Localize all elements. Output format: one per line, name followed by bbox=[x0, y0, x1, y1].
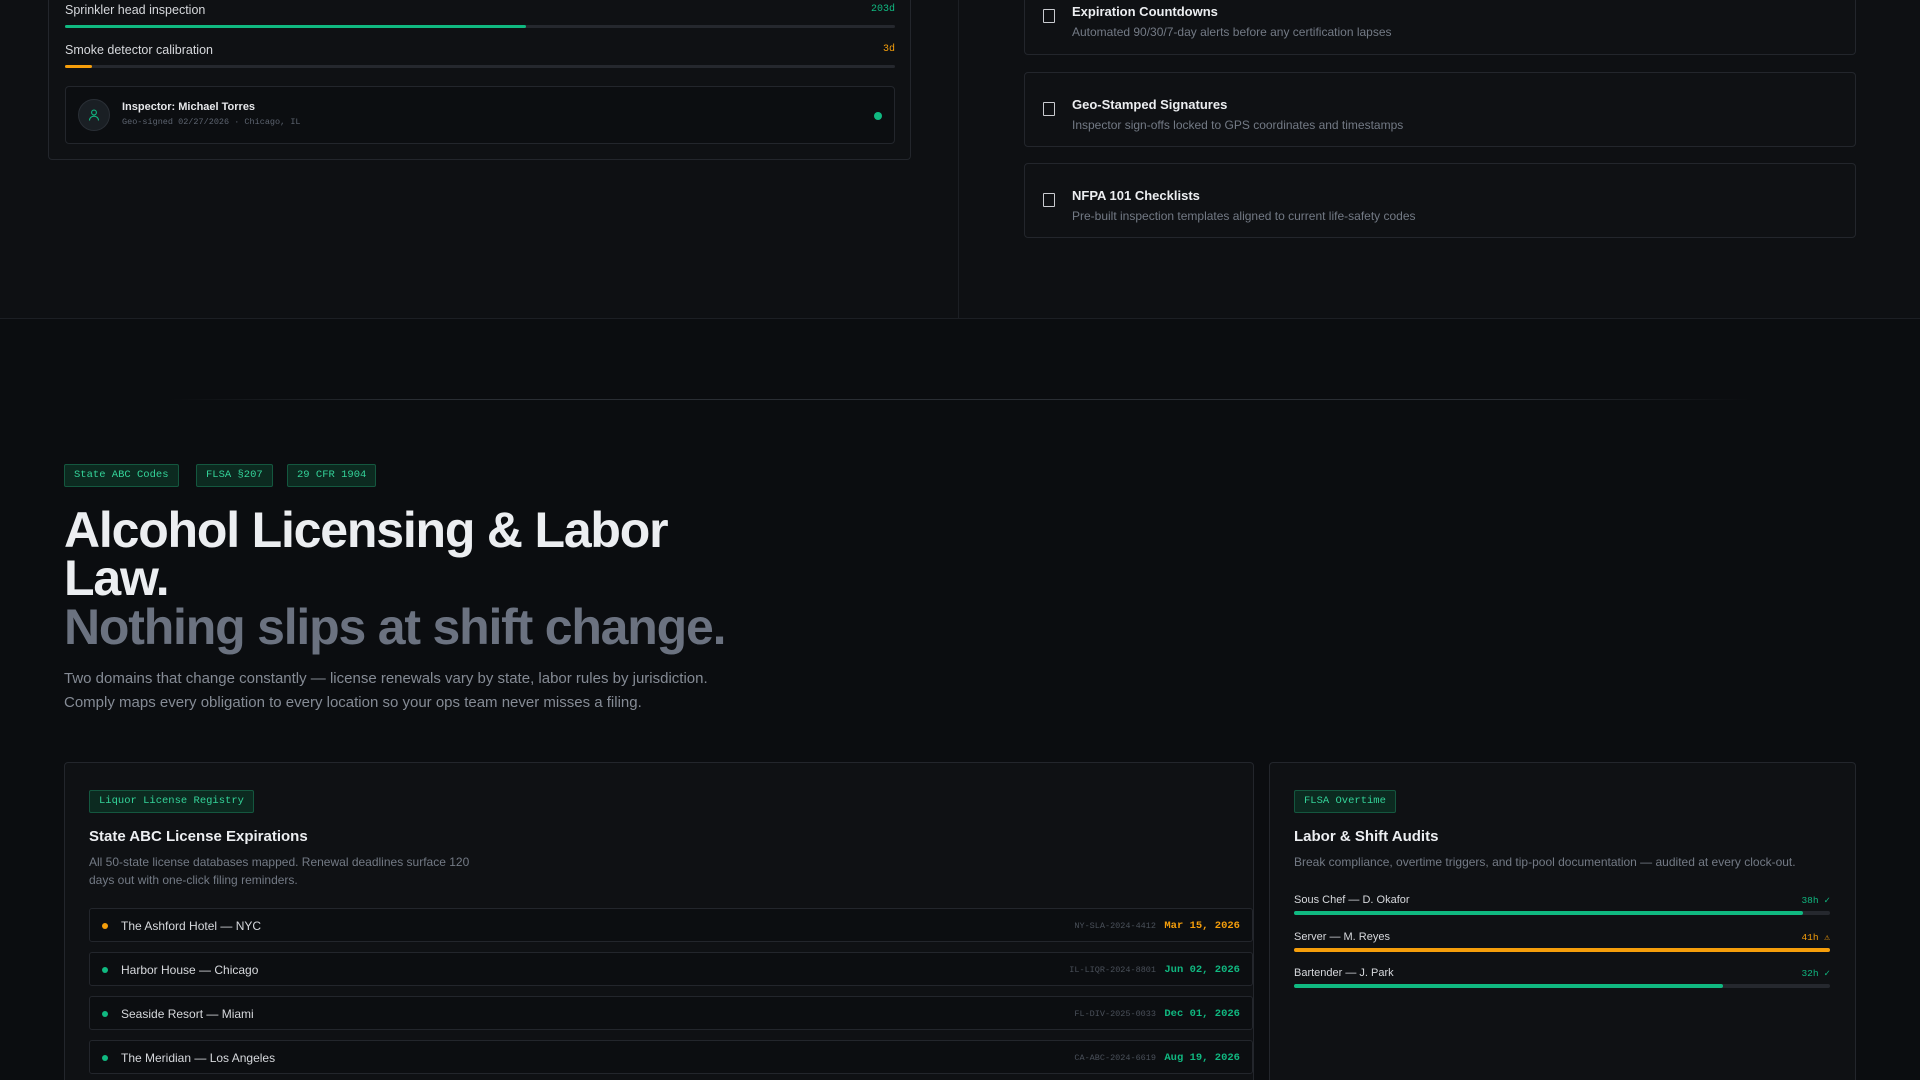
license-code: FL-DIV-2025-0033 bbox=[1074, 1009, 1156, 1019]
feature-title: NFPA 101 Checklists bbox=[1072, 188, 1200, 203]
feature-desc: Pre-built inspection templates aligned t… bbox=[1072, 209, 1416, 223]
feature-desc: Automated 90/30/7-day alerts before any … bbox=[1072, 25, 1392, 39]
shift-item: Bartender — J. Park 32h ✓ bbox=[1294, 967, 1830, 988]
section-divider bbox=[958, 0, 959, 319]
shift-track bbox=[1294, 911, 1830, 915]
user-icon bbox=[88, 109, 100, 121]
progress-fill bbox=[65, 65, 93, 68]
progress-item-smoke-detector: Smoke detector calibration 3d bbox=[65, 43, 895, 68]
shift-track bbox=[1294, 948, 1830, 952]
shift-item: Server — M. Reyes 41h ⚠ bbox=[1294, 931, 1830, 952]
license-expiration-date: Mar 15, 2026 bbox=[1164, 920, 1240, 932]
status-dot bbox=[102, 1055, 108, 1061]
license-code: IL-LIQR-2024-8801 bbox=[1069, 965, 1156, 975]
inspection-card: Sprinkler head inspection 203d Smoke det… bbox=[48, 0, 911, 160]
feature-title: Expiration Countdowns bbox=[1072, 4, 1218, 19]
feature-card-expiration-countdowns: Expiration Countdowns Automated 90/30/7-… bbox=[1024, 0, 1856, 55]
shift-fill bbox=[1294, 984, 1723, 988]
license-code: NY-SLA-2024-4412 bbox=[1074, 921, 1156, 931]
tag-29-cfr-1904: 29 CFR 1904 bbox=[287, 464, 377, 487]
shift-track bbox=[1294, 984, 1830, 988]
top-section: Sprinkler head inspection 203d Smoke det… bbox=[0, 0, 1920, 319]
page-title: Alcohol Licensing & Labor Law. bbox=[64, 502, 669, 606]
page-subtitle: Nothing slips at shift change. bbox=[64, 599, 726, 655]
status-dot bbox=[102, 923, 108, 929]
tag-state-abc-codes: State ABC Codes bbox=[64, 464, 179, 487]
license-expiration-date: Jun 02, 2026 bbox=[1164, 964, 1240, 976]
progress-item-sprinkler: Sprinkler head inspection 203d bbox=[65, 3, 895, 28]
checkbox-icon bbox=[1043, 102, 1055, 116]
shift-fill bbox=[1294, 948, 1830, 952]
license-location: Harbor House — Chicago bbox=[121, 963, 259, 977]
progress-track bbox=[65, 25, 895, 28]
labor-audit-panel: FLSA Overtime Labor & Shift Audits Break… bbox=[1269, 762, 1856, 1080]
section-hairline bbox=[170, 399, 1750, 400]
status-dot bbox=[102, 967, 108, 973]
feature-card-geo-stamped-signatures: Geo-Stamped Signatures Inspector sign-of… bbox=[1024, 72, 1856, 147]
progress-fill bbox=[65, 25, 526, 28]
shift-label: Server — M. Reyes bbox=[1294, 931, 1390, 943]
feature-desc: Inspector sign-offs locked to GPS coordi… bbox=[1072, 118, 1404, 132]
tag-flsa-207: FLSA §207 bbox=[196, 464, 273, 487]
shift-hours: 41h ⚠ bbox=[1801, 932, 1830, 943]
license-row[interactable]: The Ashford Hotel — NYC NY-SLA-2024-4412… bbox=[89, 908, 1253, 942]
license-expiration-date: Aug 19, 2026 bbox=[1164, 1052, 1240, 1064]
shift-item: Sous Chef — D. Okafor 38h ✓ bbox=[1294, 894, 1830, 915]
section-description: Two domains that change constantly — lic… bbox=[64, 670, 708, 711]
panel-description: All 50-state license databases mapped. R… bbox=[89, 855, 470, 887]
license-row[interactable]: The Meridian — Los Angeles CA-ABC-2024-6… bbox=[89, 1040, 1253, 1074]
inspector-meta: Geo-signed 02/27/2026 · Chicago, IL bbox=[122, 117, 301, 127]
liquor-license-panel: Liquor License Registry State ABC Licens… bbox=[64, 762, 1254, 1080]
status-dot bbox=[102, 1011, 108, 1017]
license-location: The Ashford Hotel — NYC bbox=[121, 919, 262, 933]
panel-tag: FLSA Overtime bbox=[1294, 790, 1396, 813]
license-code: CA-ABC-2024-6619 bbox=[1074, 1053, 1156, 1063]
panel-description: Break compliance, overtime triggers, and… bbox=[1294, 855, 1796, 869]
shift-hours: 38h ✓ bbox=[1801, 895, 1830, 906]
progress-count: 203d bbox=[870, 4, 895, 15]
checkbox-icon bbox=[1043, 193, 1055, 207]
progress-track bbox=[65, 65, 895, 68]
shift-fill bbox=[1294, 911, 1804, 915]
license-row[interactable]: Seaside Resort — Miami FL-DIV-2025-0033 … bbox=[89, 996, 1253, 1030]
panel-title: State ABC License Expirations bbox=[89, 828, 308, 845]
checkbox-icon bbox=[1043, 9, 1055, 23]
license-location: Seaside Resort — Miami bbox=[121, 1007, 254, 1021]
feature-card-nfpa-checklists: NFPA 101 Checklists Pre-built inspection… bbox=[1024, 163, 1856, 238]
shift-label: Bartender — J. Park bbox=[1294, 967, 1394, 979]
progress-count: 3d bbox=[882, 44, 895, 55]
avatar bbox=[78, 99, 110, 131]
inspector-signature: Inspector: Michael Torres Geo-signed 02/… bbox=[65, 86, 895, 144]
panel-title: Labor & Shift Audits bbox=[1294, 828, 1439, 845]
shift-label: Sous Chef — D. Okafor bbox=[1294, 894, 1410, 906]
license-expiration-date: Dec 01, 2026 bbox=[1164, 1008, 1240, 1020]
inspector-name: Inspector: Michael Torres bbox=[122, 101, 256, 113]
feature-title: Geo-Stamped Signatures bbox=[1072, 97, 1228, 112]
progress-label: Smoke detector calibration bbox=[65, 43, 213, 57]
license-location: The Meridian — Los Angeles bbox=[121, 1051, 276, 1065]
progress-label: Sprinkler head inspection bbox=[65, 3, 206, 17]
shift-hours: 32h ✓ bbox=[1801, 968, 1830, 979]
status-dot bbox=[874, 112, 882, 120]
license-row[interactable]: Harbor House — Chicago IL-LIQR-2024-8801… bbox=[89, 952, 1253, 986]
panel-tag: Liquor License Registry bbox=[89, 790, 254, 813]
